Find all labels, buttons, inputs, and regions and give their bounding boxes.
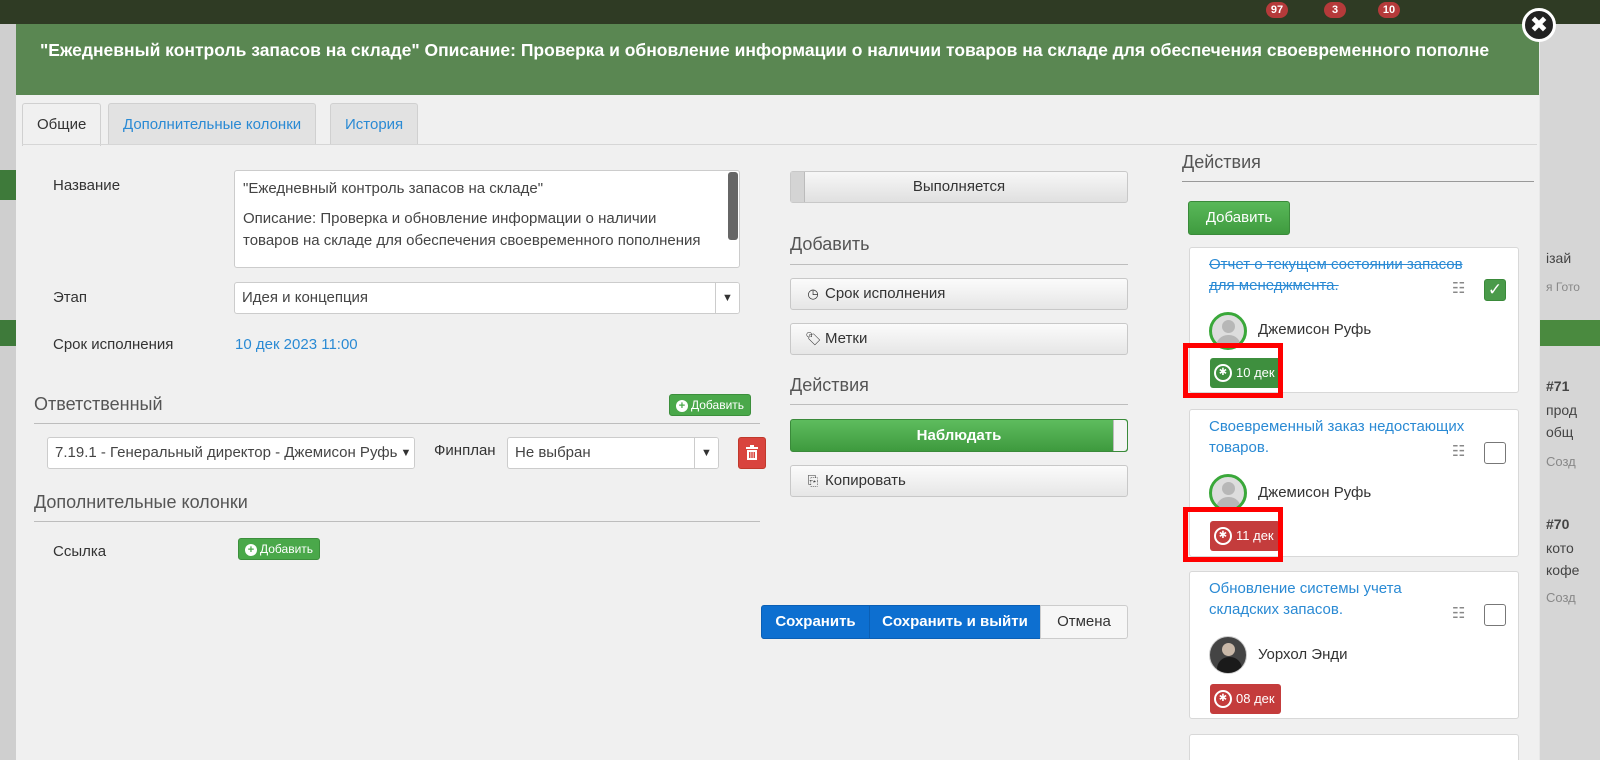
action-title-link[interactable]: Своевременный заказ недостающих товаров. [1209,416,1469,458]
finplan-select[interactable]: Не выбран ▼ [507,437,719,469]
textarea-scrollbar[interactable] [728,172,738,240]
status-toggle[interactable]: Выполняется [790,171,1128,203]
section-divider [1182,181,1534,182]
avatar [1209,636,1247,674]
stage-value: Идея и концепция [242,289,369,306]
settings-sliders-icon[interactable]: ☷ [1452,604,1465,622]
stage-select[interactable]: Идея и концепция ▼ [234,282,740,314]
responsible-value: 7.19.1 - Генеральный директор - Джемисон… [55,444,398,461]
due-date-badge[interactable]: ✱ 08 дек [1210,684,1281,714]
due-date-link[interactable]: 10 дек 2023 11:00 [235,336,358,353]
add-action-button[interactable]: Добавить [1188,201,1290,235]
save-and-exit-button[interactable]: Сохранить и выйти [869,605,1041,639]
action-title-link[interactable]: Обновление системы учета складских запас… [1209,578,1469,620]
finplan-value: Не выбран [515,444,591,461]
action-checkbox[interactable] [1484,604,1506,626]
notification-badge: 10 [1378,2,1400,18]
background-topbar: 97 3 10 [0,0,1600,24]
name-line-3: товаров на складе для обеспечения своевр… [243,232,701,249]
background-right-strip: ізай я Гото #71 прод общ Созд #70 кото к… [1540,24,1600,760]
add-section-title: Добавить [790,234,870,254]
assignee-name: Джемисон Руфь [1258,321,1372,338]
chevron-down-icon: ▼ [694,438,718,468]
plus-icon: + [676,400,688,412]
clock-icon: ✱ [1214,689,1232,708]
assignee-name: Уорхол Энди [1258,646,1348,663]
watch-toggle-button[interactable]: Наблюдать [790,419,1128,452]
tab-history[interactable]: История [330,103,419,145]
add-responsible-button[interactable]: + Добавить [669,394,752,416]
finplan-label: Финплан [434,442,496,459]
actions-section-title: Действия [790,375,869,395]
due-label: Срок исполнения [53,336,174,353]
section-divider [790,404,1128,405]
assignee-name: Джемисон Руфь [1258,484,1372,501]
settings-sliders-icon[interactable]: ☷ [1452,279,1465,297]
action-checkbox[interactable] [1484,442,1506,464]
action-checkbox[interactable]: ✓ [1484,279,1506,301]
modal-title: "Ежедневный контроль запасов на складе" … [40,40,1490,60]
add-due-date-button[interactable]: ◷ Срок исполнения [790,278,1128,310]
extra-columns-section-title: Дополнительные колонки [34,492,248,512]
settings-sliders-icon[interactable]: ☷ [1452,442,1465,460]
action-card: Обновление системы учета складских запас… [1189,571,1519,719]
clock-icon: ◷ [807,286,819,301]
tab-divider [22,144,1537,145]
responsible-section-title: Ответственный [34,394,163,414]
section-divider [34,521,760,522]
name-textarea[interactable]: "Ежедневный контроль запасов на складе" … [234,170,740,268]
notification-badge: 3 [1324,2,1346,18]
cancel-button[interactable]: Отмена [1040,605,1128,639]
tab-extra-columns[interactable]: Дополнительные колонки [108,103,317,145]
copy-button[interactable]: ⎘ Копировать [790,465,1128,497]
tag-icon: 🏷 [805,331,822,346]
responsible-select[interactable]: 7.19.1 - Генеральный директор - Джемисон… [47,437,415,469]
tab-general[interactable]: Общие [22,103,102,146]
action-title-link[interactable]: Отчет о текущем состоянии запасов для ме… [1209,254,1469,296]
toggle-knob [791,172,805,202]
trash-icon [746,445,758,460]
chevron-down-icon: ▼ [715,283,739,313]
toggle-knob [1113,420,1127,451]
add-link-button[interactable]: + Добавить [238,538,321,560]
task-modal: "Ежедневный контроль запасов на складе" … [16,24,1539,760]
stage-label: Этап [53,289,87,306]
name-label: Название [53,177,121,194]
section-divider [34,423,760,424]
close-modal-button[interactable]: ✖ [1522,8,1556,42]
name-line-2: Описание: Проверка и обновление информац… [243,210,657,227]
modal-header: "Ежедневный контроль запасов на складе" … [16,24,1539,95]
close-icon: ✖ [1529,12,1549,37]
action-card [1189,734,1519,760]
actions-panel-title: Действия [1182,152,1261,172]
delete-responsible-button[interactable] [738,437,766,469]
copy-icon: ⎘ [807,473,819,488]
highlight-box [1183,343,1283,398]
notification-badge: 97 [1266,2,1288,18]
name-line-1: "Ежедневный контроль запасов на складе" [243,180,544,197]
chevron-down-icon: ▼ [398,438,414,468]
highlight-box [1183,507,1283,562]
link-label: Ссылка [53,543,107,560]
background-left-strip [0,24,16,760]
save-button[interactable]: Сохранить [761,605,870,639]
plus-icon: + [245,544,257,556]
section-divider [790,264,1128,265]
status-label: Выполняется [912,178,1006,195]
add-tags-button[interactable]: 🏷 Метки [790,323,1128,355]
